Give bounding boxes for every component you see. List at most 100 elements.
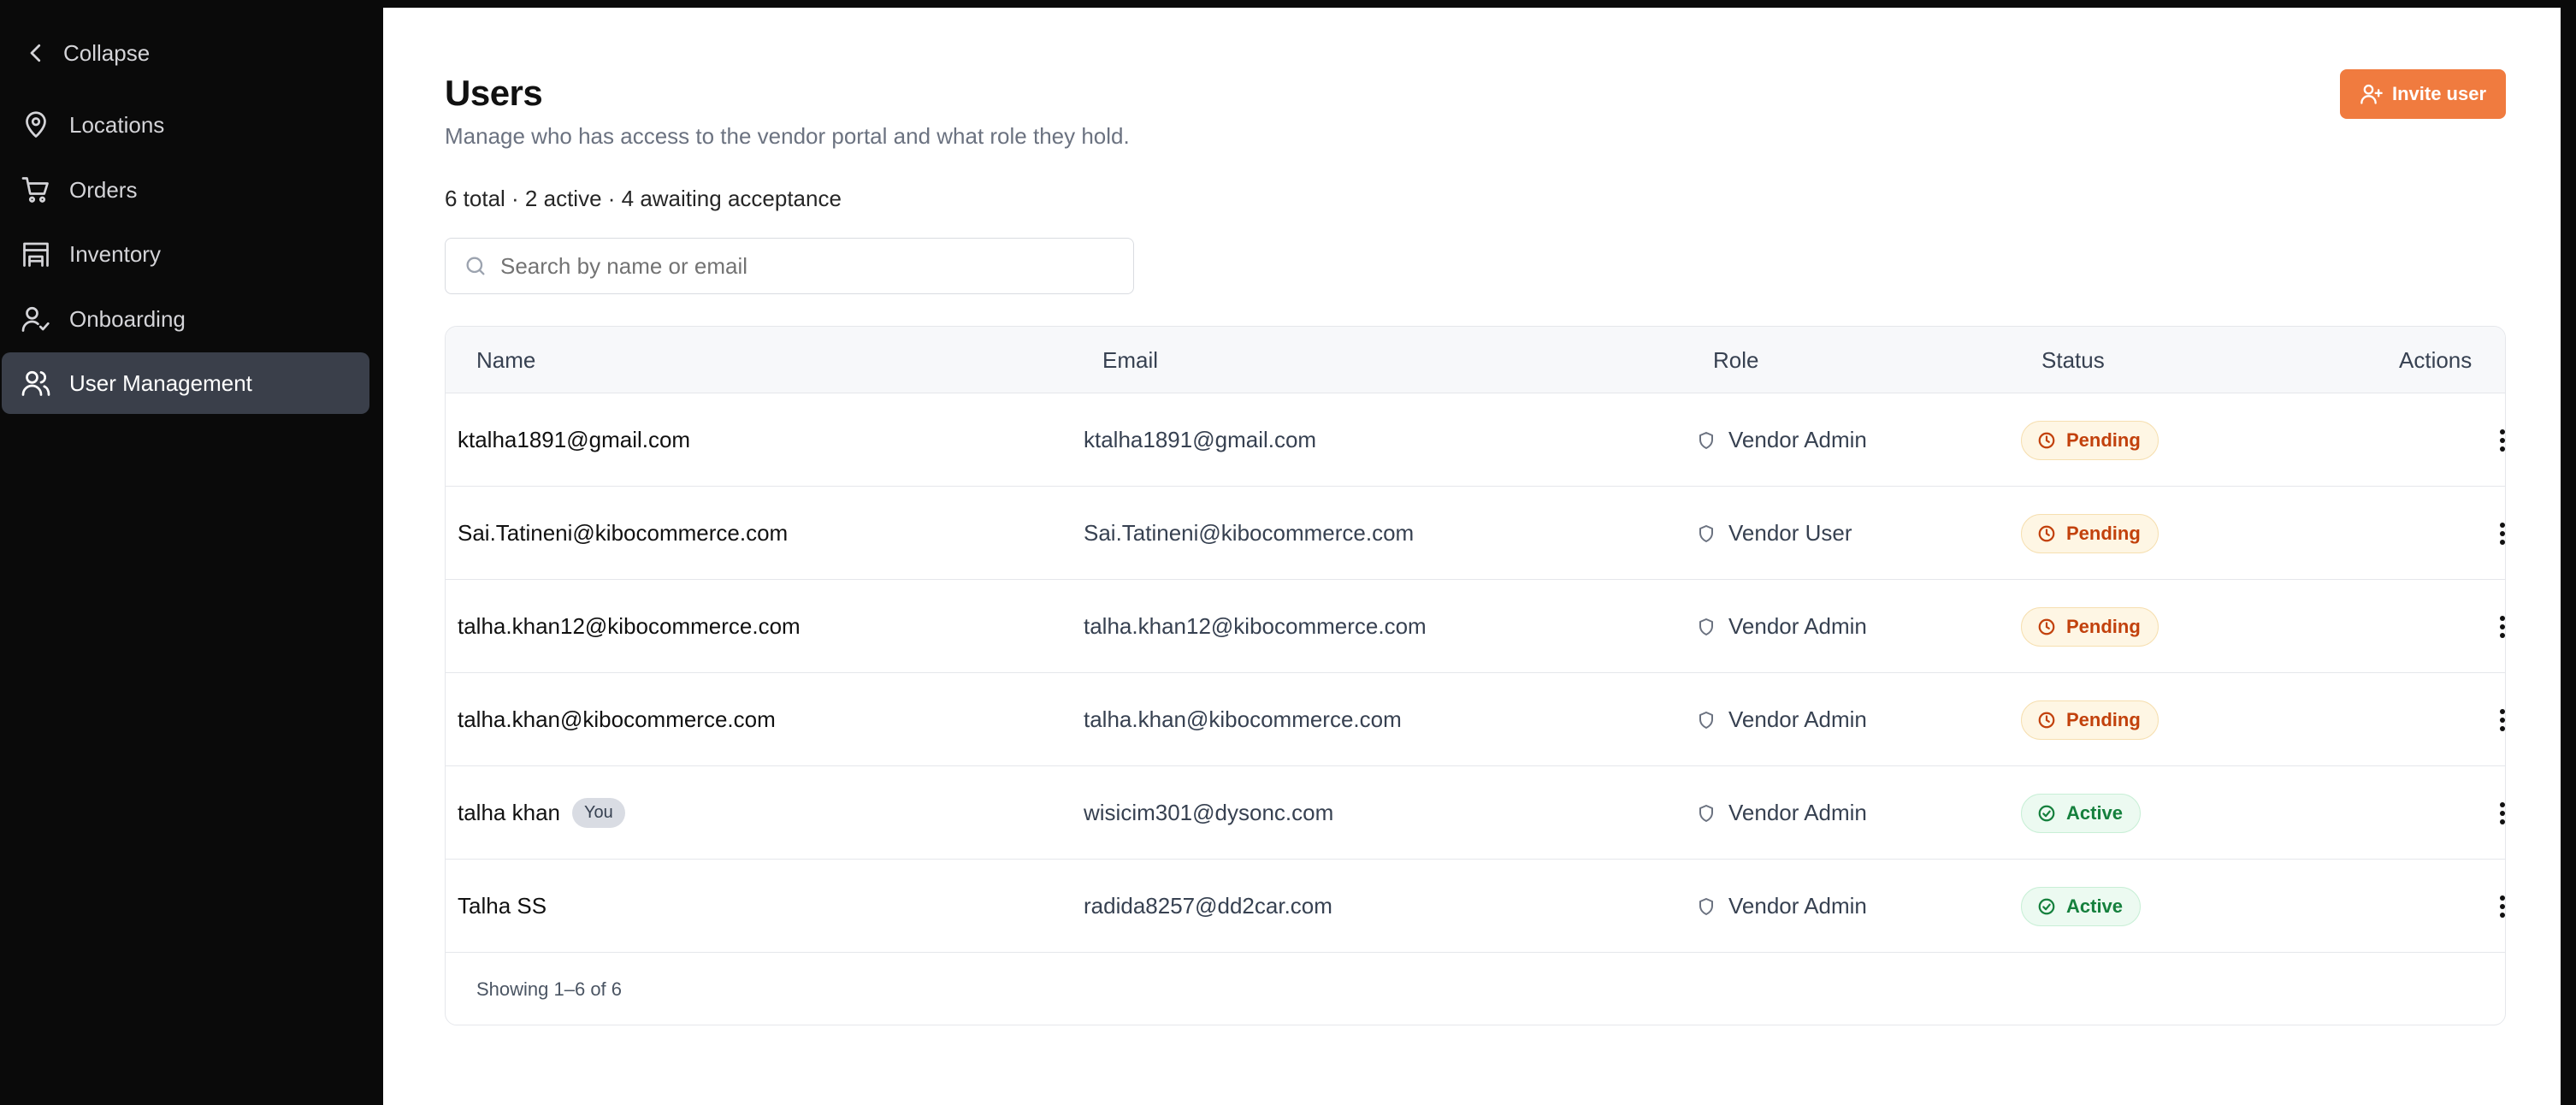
user-summary: 6 total · 2 active · 4 awaiting acceptan… [445, 186, 842, 211]
user-email: radida8257@dd2car.com [1084, 893, 1332, 919]
invite-user-label: Invite user [2391, 83, 2487, 104]
top-bar [383, 0, 2576, 8]
clock-icon [2038, 525, 2055, 541]
sidebar-item-user-management[interactable]: User Management [2, 352, 369, 414]
user-role: Vendor Admin [1696, 580, 1867, 673]
sidebar-item-locations[interactable]: Locations [2, 94, 369, 156]
shield-icon [1699, 618, 1713, 635]
shield-icon [1699, 711, 1713, 729]
more-vertical-icon [2500, 895, 2505, 918]
page-title: Users [445, 73, 543, 113]
window-edge [2561, 0, 2576, 1105]
table-row[interactable]: Talha SS radida8257@dd2car.com Vendor Ad… [446, 860, 2505, 953]
clock-icon [2038, 618, 2055, 635]
user-plus-icon [2360, 84, 2383, 104]
user-role: Vendor Admin [1696, 766, 1867, 860]
user-role-label: Vendor Admin [1728, 613, 1867, 639]
user-role-label: Vendor Admin [1728, 706, 1867, 732]
map-pin-icon [19, 108, 53, 142]
sidebar-item-inventory[interactable]: Inventory [2, 223, 369, 285]
warehouse-icon [19, 237, 53, 271]
column-header-email[interactable]: Email [1102, 327, 1158, 393]
status-cell: Pending [2021, 487, 2159, 580]
user-role: Vendor Admin [1696, 393, 1867, 487]
table-row[interactable]: Sai.Tatineni@kibocommerce.com Sai.Tatine… [446, 487, 2505, 580]
row-actions-button[interactable] [2490, 393, 2505, 487]
user-name: ktalha1891@gmail.com [458, 427, 691, 452]
row-actions-button[interactable] [2490, 580, 2505, 673]
user-role: Vendor User [1696, 487, 1852, 580]
more-vertical-icon [2500, 801, 2505, 824]
search-box[interactable] [445, 238, 1134, 294]
status-badge: Active [2021, 886, 2142, 926]
sidebar-item-orders[interactable]: Orders [2, 159, 369, 221]
more-vertical-icon [2500, 615, 2505, 638]
user-email: ktalha1891@gmail.com [1084, 427, 1317, 452]
more-vertical-icon [2500, 522, 2505, 545]
table-row[interactable]: ktalha1891@gmail.com ktalha1891@gmail.co… [446, 393, 2505, 487]
user-role-label: Vendor Admin [1728, 893, 1867, 919]
row-actions-button[interactable] [2490, 860, 2505, 953]
user-email: talha.khan12@kibocommerce.com [1084, 613, 1427, 639]
status-label: Pending [2066, 428, 2141, 451]
status-cell: Pending [2021, 393, 2159, 487]
sidebar-item-label: Onboarding [69, 305, 186, 332]
user-name: Talha SS [458, 893, 547, 919]
column-header-name[interactable]: Name [476, 327, 535, 393]
status-badge: Pending [2021, 606, 2159, 647]
user-role: Vendor Admin [1696, 860, 1867, 953]
shield-icon [1699, 804, 1713, 822]
user-name: talha khan [458, 800, 560, 825]
user-email: wisicim301@dysonc.com [1084, 800, 1334, 825]
table-header: Name Email Role Status Actions [446, 327, 2505, 393]
status-cell: Active [2021, 860, 2142, 953]
page-subtitle: Manage who has access to the vendor port… [445, 123, 1130, 149]
status-label: Pending [2066, 522, 2141, 544]
status-label: Pending [2066, 708, 2141, 730]
user-role-label: Vendor Admin [1728, 427, 1867, 452]
shield-icon [1699, 897, 1713, 915]
check-circle-icon [2038, 805, 2055, 821]
status-badge: Pending [2021, 420, 2159, 460]
row-actions-button[interactable] [2490, 766, 2505, 860]
more-vertical-icon [2500, 428, 2505, 452]
user-name: Sai.Tatineni@kibocommerce.com [458, 520, 789, 546]
clock-icon [2038, 432, 2055, 448]
row-actions-button[interactable] [2490, 487, 2505, 580]
chevron-left-icon [21, 38, 51, 68]
status-label: Active [2066, 895, 2124, 917]
collapse-button[interactable]: Collapse [2, 32, 150, 74]
shopping-cart-icon [19, 173, 53, 207]
user-role: Vendor Admin [1696, 673, 1867, 766]
user-email: talha.khan@kibocommerce.com [1084, 706, 1402, 732]
user-name-cell: talha khan You [458, 766, 625, 860]
clock-icon [2038, 712, 2055, 728]
column-header-status[interactable]: Status [2041, 327, 2105, 393]
collapse-label: Collapse [63, 39, 151, 66]
table-row[interactable]: talha.khan12@kibocommerce.com talha.khan… [446, 580, 2505, 673]
user-role-label: Vendor User [1728, 520, 1852, 546]
status-badge: Pending [2021, 700, 2159, 740]
pagination-summary: Showing 1–6 of 6 [476, 978, 623, 1000]
shield-icon [1699, 431, 1713, 449]
table-row[interactable]: talha.khan@kibocommerce.com talha.khan@k… [446, 673, 2505, 766]
status-label: Active [2066, 801, 2124, 824]
row-actions-button[interactable] [2490, 673, 2505, 766]
sidebar-item-onboarding[interactable]: Onboarding [2, 288, 369, 350]
users-icon [19, 366, 53, 400]
shield-icon [1699, 524, 1713, 542]
more-vertical-icon [2500, 708, 2505, 731]
invite-user-button[interactable]: Invite user [2340, 69, 2506, 119]
column-header-actions: Actions [2399, 346, 2473, 373]
search-input[interactable] [500, 252, 1116, 280]
sidebar: Collapse Locations Orders Inventory Onbo… [0, 0, 383, 1105]
table-row[interactable]: talha khan You wisicim301@dysonc.com Ven… [446, 766, 2505, 860]
column-header-role[interactable]: Role [1713, 327, 1758, 393]
sidebar-item-label: Orders [69, 176, 138, 203]
users-table: Name Email Role Status Actions ktalha189… [445, 326, 2506, 1025]
sidebar-item-label: Inventory [69, 240, 161, 267]
status-cell: Pending [2021, 673, 2159, 766]
sidebar-item-label: User Management [69, 369, 252, 396]
status-label: Pending [2066, 615, 2141, 637]
user-email: Sai.Tatineni@kibocommerce.com [1084, 520, 1415, 546]
